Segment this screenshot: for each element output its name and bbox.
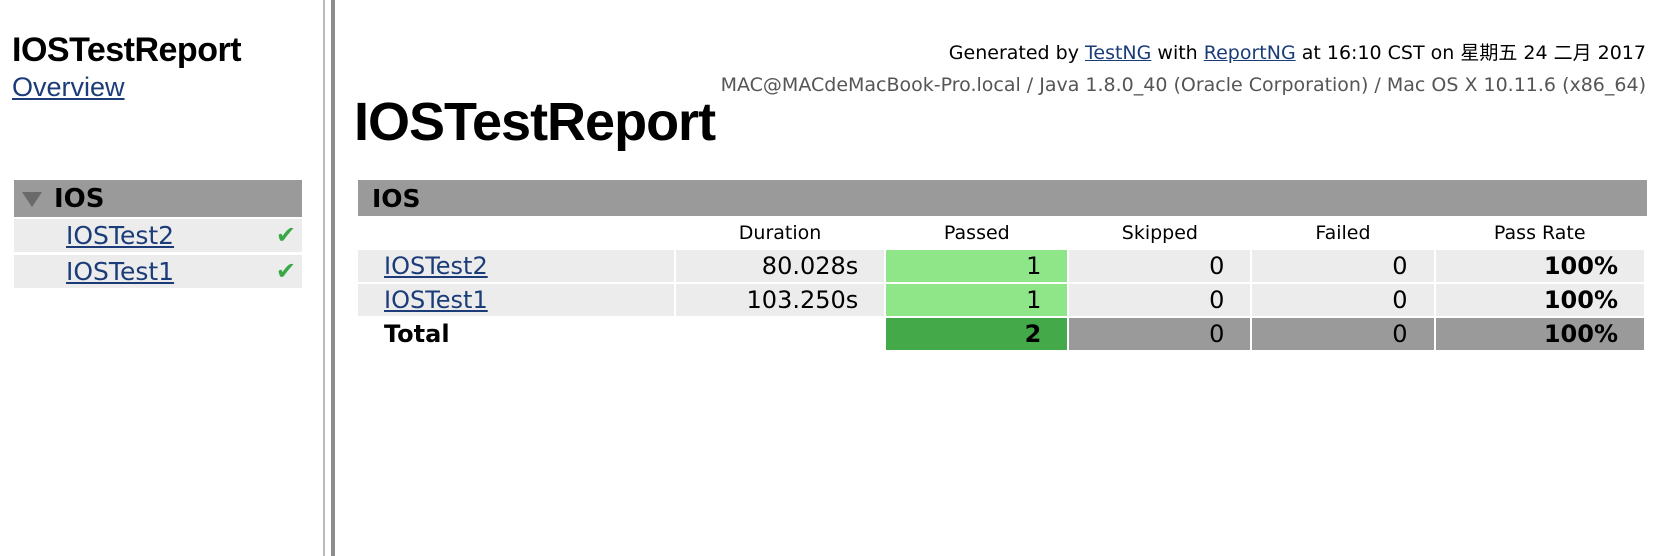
pass-rate-cell: 100%	[1435, 284, 1644, 316]
overview-link[interactable]: Overview	[12, 70, 125, 104]
pass-rate-cell: 100%	[1435, 250, 1644, 282]
suite-name: IOS	[372, 183, 421, 213]
failed-cell: 0	[1252, 284, 1434, 316]
nav-test-link[interactable]: IOSTest2	[66, 221, 174, 250]
main-frame: Generated by TestNG with ReportNG at 16:…	[336, 0, 1654, 556]
with-text: with	[1157, 42, 1198, 64]
duration-cell: 80.028s	[675, 250, 885, 282]
generated-by-line: Generated by TestNG with ReportNG at 16:…	[949, 38, 1646, 65]
test-link[interactable]: IOSTest1	[384, 286, 488, 314]
failed-cell: 0	[1252, 250, 1434, 282]
checkmark-icon: ✔	[275, 257, 296, 285]
nav-suite-header[interactable]: IOS	[14, 180, 302, 217]
column-header-name	[358, 218, 674, 248]
column-header-pass-rate: Pass Rate	[1493, 222, 1586, 244]
total-duration-blank	[675, 318, 885, 350]
report-window: IOSTestReport Overview IOS IOSTest2 ✔ IO…	[0, 0, 1654, 556]
nav-test-item: IOSTest1 ✔	[14, 255, 302, 288]
testng-link[interactable]: TestNG	[1085, 42, 1151, 64]
test-name-cell: IOSTest2	[358, 250, 674, 282]
total-pass-rate-cell: 100%	[1435, 318, 1644, 350]
suite-header-bar: IOS	[358, 180, 1647, 216]
triangle-down-icon[interactable]	[22, 190, 42, 208]
page-title: IOSTestReport	[354, 92, 716, 152]
navigation-frame: IOSTestReport Overview IOS IOSTest2 ✔ IO…	[0, 0, 323, 556]
total-label: Total	[358, 318, 674, 350]
generated-prefix: Generated by	[948, 42, 1079, 64]
generated-suffix: at 16:10 CST on 星期五 24 二月 2017	[1301, 42, 1646, 64]
skipped-cell: 0	[1069, 284, 1251, 316]
duration-cell: 103.250s	[675, 284, 885, 316]
skipped-cell: 0	[1069, 250, 1251, 282]
table-row: IOSTest2 80.028s 1 0 0 100%	[358, 250, 1644, 282]
column-header-passed: Passed	[943, 222, 1010, 244]
column-header-failed: Failed	[1315, 222, 1371, 244]
table-row: IOSTest1 103.250s 1 0 0 100%	[358, 284, 1644, 316]
system-info: MAC@MACdeMacBook-Pro.local / Java 1.8.0_…	[720, 74, 1646, 96]
passed-cell: 1	[886, 250, 1068, 282]
checkmark-icon: ✔	[275, 221, 296, 249]
reportng-link[interactable]: ReportNG	[1204, 42, 1296, 64]
frame-divider[interactable]	[323, 0, 335, 556]
nav-test-item: IOSTest2 ✔	[14, 219, 302, 252]
total-failed-cell: 0	[1252, 318, 1434, 350]
test-link[interactable]: IOSTest2	[384, 252, 488, 280]
nav-title: IOSTestReport	[12, 31, 242, 69]
nav-test-link[interactable]: IOSTest1	[66, 257, 174, 286]
column-header-skipped: Skipped	[1121, 222, 1198, 244]
total-row: Total 2 0 0 100%	[358, 318, 1644, 350]
total-skipped-cell: 0	[1069, 318, 1251, 350]
results-table: Duration Passed Skipped Failed Pass Rate…	[356, 216, 1646, 352]
table-header-row: Duration Passed Skipped Failed Pass Rate	[358, 218, 1644, 248]
total-passed-cell: 2	[886, 318, 1068, 350]
nav-suite-name: IOS	[54, 183, 105, 214]
test-name-cell: IOSTest1	[358, 284, 674, 316]
passed-cell: 1	[886, 284, 1068, 316]
column-header-duration: Duration	[738, 222, 822, 244]
